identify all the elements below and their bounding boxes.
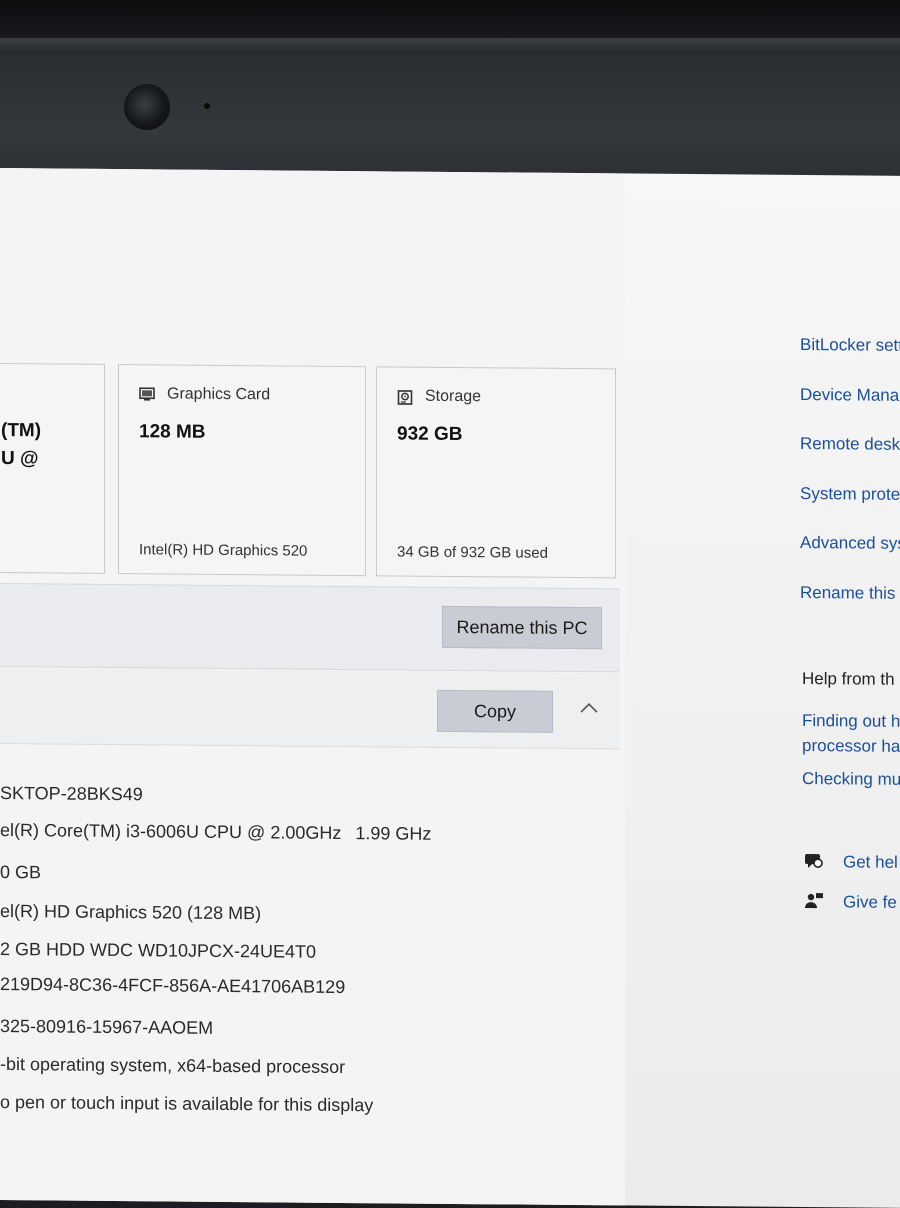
graphics-card-detail: Intel(R) HD Graphics 520 [139,541,307,559]
spec-graphics: el(R) HD Graphics 520 (128 MB) [0,901,261,924]
spec-device-name: SKTOP-28BKS49 [0,783,143,805]
webcam-led-icon [204,103,210,109]
spec-system-type: -bit operating system, x64-based process… [0,1054,345,1078]
help-link-finding-out[interactable]: Finding out h [802,711,900,732]
rename-pc-button[interactable]: Rename this PC [442,606,602,649]
spec-product-id: 325-80916-15967-AAOEM [0,1016,213,1039]
spec-device-id: 219D94-8C36-4FCF-856A-AE41706AB129 [0,974,345,998]
help-heading: Help from th [802,669,895,690]
spec-processor-value: el(R) Core(TM) i3-6006U CPU @ 2.00GHz [0,820,341,843]
chevron-up-icon[interactable] [578,701,600,715]
feedback-icon [804,891,824,911]
link-system-protection[interactable]: System prote [800,484,900,505]
about-panel: (TM) U @ Graphics Card 128 MB Intel(R) H… [0,168,625,1205]
help-chat-icon [804,851,824,871]
link-device-manager[interactable]: Device Mana [800,385,899,406]
screen: (TM) U @ Graphics Card 128 MB Intel(R) H… [0,168,900,1208]
link-rename-this-pc[interactable]: Rename this [800,583,895,604]
help-link-processor[interactable]: processor ha [802,736,900,757]
link-remote-desktop[interactable]: Remote desk [800,434,900,455]
graphics-card-label: Graphics Card [167,385,270,404]
spec-storage: 2 GB HDD WDC WD10JPCX-24UE4T0 [0,939,316,963]
spec-ram: 0 GB [0,862,41,883]
link-advanced-system-settings[interactable]: Advanced sys [800,533,900,554]
help-link-checking[interactable]: Checking mu [802,769,900,790]
graphics-card-value: 128 MB [139,421,206,444]
processor-value-line1: (TM) [1,420,41,442]
spec-processor-speed: 1.99 GHz [355,823,431,844]
copy-button[interactable]: Copy [437,690,553,733]
storage-value: 932 GB [397,423,462,446]
processor-value-line2: U @ [1,448,39,470]
storage-card: Storage 932 GB 34 GB of 932 GB used [376,366,616,578]
laptop-bezel [0,0,900,190]
give-feedback-link[interactable]: Give fe [843,892,897,912]
storage-label: Storage [425,388,481,406]
drive-icon [397,389,413,405]
spec-pen-touch: o pen or touch input is available for th… [0,1092,373,1116]
monitor-icon [139,387,155,401]
processor-card: (TM) U @ [0,363,105,574]
get-help-link[interactable]: Get hel [843,852,898,872]
storage-detail: 34 GB of 932 GB used [397,543,548,561]
spec-processor: el(R) Core(TM) i3-6006U CPU @ 2.00GHz 1.9… [0,820,431,845]
webcam-icon [124,84,170,130]
link-bitlocker-settings[interactable]: BitLocker sett [800,335,900,356]
bezel-lip [0,38,900,54]
graphics-card: Graphics Card 128 MB Intel(R) HD Graphic… [118,364,366,576]
